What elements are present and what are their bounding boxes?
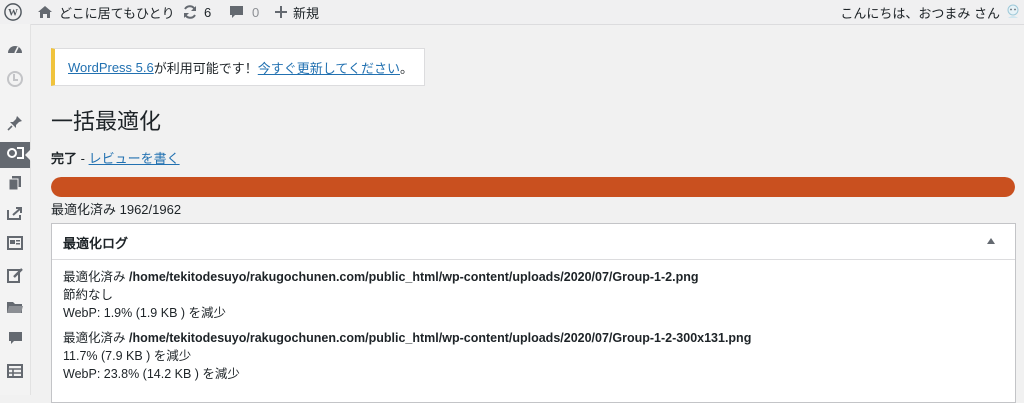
status-label: 完了	[51, 151, 78, 166]
progress-text: 最適化済み 1962/1962	[51, 202, 182, 217]
menu-pages[interactable]	[0, 172, 30, 198]
comments-link[interactable]: 0	[229, 0, 259, 24]
status-separator: -	[77, 151, 89, 166]
log-entry-line1: 最適化済み /home/tekitodesuyo/rakugochunen.co…	[63, 329, 1015, 347]
folder-icon	[6, 300, 24, 319]
log-entry-prefix: 最適化済み	[63, 331, 129, 345]
page-title: 一括最適化	[51, 109, 162, 134]
home-icon	[37, 5, 53, 19]
menu-dashboard[interactable]	[0, 38, 30, 64]
wordpress-icon: W	[4, 3, 22, 21]
feedback-icon	[7, 267, 23, 288]
notice-end: 。	[400, 60, 414, 76]
log-entry-line1: 最適化済み /home/tekitodesuyo/rakugochunen.co…	[63, 268, 1015, 286]
admin-sidebar	[0, 24, 31, 395]
dashboard-icon	[7, 41, 23, 62]
log-entry-path: /home/tekitodesuyo/rakugochunen.com/publ…	[128, 270, 699, 284]
wordpress-version-link[interactable]: WordPress 5.6	[68, 60, 154, 75]
notice-text: が利用可能です！	[153, 60, 258, 76]
pages-icon	[8, 175, 22, 196]
log-header: 最適化ログ	[52, 224, 1015, 260]
log-entry-webp: WebP: 23.8% (14.2 KB ) を減少	[63, 367, 240, 381]
log-entry-savings: 11.7% (7.9 KB ) を減少	[63, 349, 192, 363]
share-icon	[7, 206, 23, 225]
svg-text:W: W	[8, 8, 18, 19]
menu-jetpack[interactable]	[0, 68, 30, 94]
comments-icon	[8, 331, 23, 351]
optimization-log-panel: 最適化ログ 最適化済み /home/tekitodesuyo/rakugochu…	[51, 223, 1016, 403]
menu-feedback[interactable]	[0, 264, 30, 290]
posts-grid-icon	[7, 235, 23, 255]
plus-icon	[275, 6, 287, 18]
update-now-link[interactable]: 今すぐ更新してください	[258, 58, 400, 77]
media-icon	[6, 145, 24, 166]
collapse-toggle-icon[interactable]	[987, 238, 995, 244]
log-entry: 最適化済み /home/tekitodesuyo/rakugochunen.co…	[63, 268, 1015, 322]
log-entry-path: /home/tekitodesuyo/rakugochunen.com/publ…	[128, 331, 752, 345]
review-link[interactable]: レビューを書く	[89, 151, 180, 166]
pin-icon	[7, 115, 23, 136]
updates-icon	[182, 4, 198, 20]
log-entry-savings: 節約なし	[63, 288, 114, 302]
menu-media-active[interactable]	[0, 142, 31, 168]
wordpress-logo-button[interactable]: W	[4, 0, 22, 24]
account-menu[interactable]: こんにちは、おつまみ さん	[840, 0, 1020, 24]
menu-folder[interactable]	[0, 296, 30, 322]
progress-fill	[51, 177, 1015, 197]
greeting-text: こんにちは、おつまみ さん	[840, 5, 1000, 21]
avatar	[1006, 4, 1020, 20]
jetpack-icon	[7, 70, 23, 92]
updates-count: 6	[204, 4, 212, 20]
menu-comments[interactable]	[0, 328, 30, 354]
new-label: 新規	[293, 5, 320, 21]
admin-bar: W どこに居てもひとり 6 0 新規 こんにちは、おつまみ さん	[0, 0, 1024, 25]
update-notice: WordPress 5.6 が利用可能です！ 今すぐ更新してください 。	[51, 48, 425, 86]
new-content-link[interactable]: 新規	[275, 0, 319, 24]
log-entry: 最適化済み /home/tekitodesuyo/rakugochunen.co…	[63, 329, 1015, 383]
comments-count: 0	[252, 4, 260, 20]
menu-posts-grid[interactable]	[0, 232, 30, 258]
log-entry-prefix: 最適化済み	[63, 270, 129, 284]
log-title: 最適化ログ	[63, 236, 129, 251]
log-entries: 最適化済み /home/tekitodesuyo/rakugochunen.co…	[52, 260, 1015, 383]
optimization-progress-bar	[51, 177, 1015, 197]
comment-icon	[229, 5, 244, 20]
menu-posts[interactable]	[0, 112, 30, 138]
log-entry-webp: WebP: 1.9% (1.9 KB ) を減少	[63, 306, 227, 320]
status-line: 完了 - レビューを書く	[51, 148, 180, 167]
menu-table[interactable]	[0, 360, 30, 386]
updates-link[interactable]: 6	[182, 0, 211, 24]
site-name-link[interactable]: どこに居てもひとり	[37, 0, 175, 24]
site-name: どこに居てもひとり	[59, 5, 175, 21]
table-icon	[7, 363, 23, 383]
menu-share[interactable]	[0, 202, 30, 228]
